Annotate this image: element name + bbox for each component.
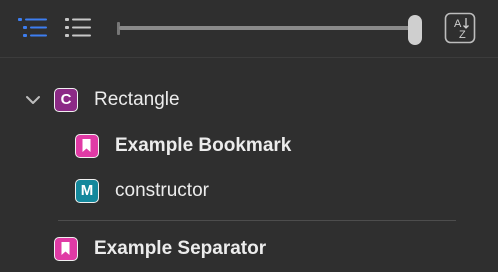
outline-item-label: Example Separator	[94, 238, 267, 259]
outline-item-label: Rectangle	[94, 89, 180, 110]
outline-item-label: Example Bookmark	[115, 135, 292, 156]
outline-item-label: constructor	[115, 180, 209, 201]
detail-level-slider[interactable]	[115, 15, 427, 45]
chevron-down-icon[interactable]	[24, 92, 42, 108]
outline-row-rectangle[interactable]: C Rectangle	[0, 80, 498, 120]
outline-row-constructor[interactable]: M constructor	[0, 171, 498, 211]
method-icon: M	[75, 179, 99, 203]
separator-line	[58, 220, 456, 221]
bookmark-icon	[75, 134, 99, 158]
sort-alphabetically-button[interactable]: A Z	[444, 12, 476, 44]
slider-fill	[119, 26, 419, 30]
hierarchical-list-icon[interactable]	[17, 15, 49, 41]
sort-alphabetically-icon: A Z	[444, 12, 476, 44]
flat-list-icon[interactable]	[61, 15, 93, 41]
bookmark-icon	[54, 237, 78, 261]
class-icon: C	[54, 88, 78, 112]
outline-toolbar: A Z	[0, 0, 498, 58]
slider-knob[interactable]	[408, 15, 422, 45]
sort-letter-z: Z	[459, 29, 466, 41]
outline-row-example-bookmark[interactable]: Example Bookmark	[0, 126, 498, 166]
outline-row-example-separator[interactable]: Example Separator	[0, 229, 498, 269]
